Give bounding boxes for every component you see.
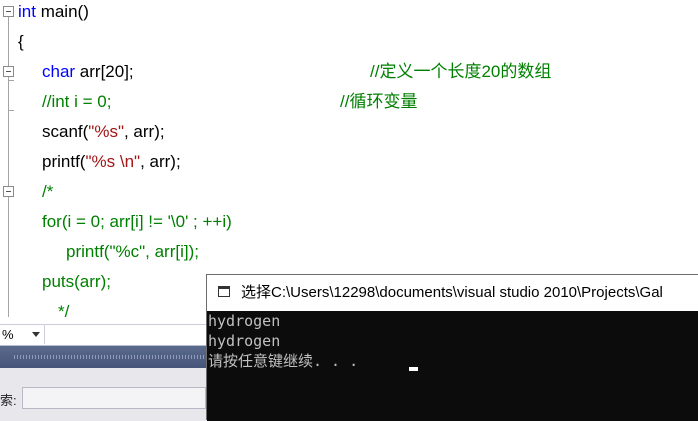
code-string: "%s": [88, 122, 124, 141]
console-title-bar[interactable]: 选择C:\Users\12298\documents\visual studio…: [207, 275, 698, 311]
console-line: 请按任意键继续. . .: [208, 352, 368, 370]
code-comment: for(i = 0; arr[i] != '\0' ; ++i): [42, 212, 232, 231]
code-line[interactable]: printf("%s \n", arr);: [0, 147, 698, 177]
zoom-value: %: [2, 327, 14, 342]
console-cursor: [409, 367, 418, 371]
code-keyword: char: [42, 62, 76, 81]
code-line[interactable]: /*: [0, 177, 698, 207]
code-line[interactable]: {: [0, 27, 698, 57]
code-comment: //循环变量: [340, 92, 418, 111]
code-comment: puts(arr);: [42, 272, 111, 291]
code-line[interactable]: for(i = 0; arr[i] != '\0' ; ++i): [0, 207, 698, 237]
console-line: hydrogen: [208, 332, 281, 350]
code-comment: /*: [42, 182, 54, 201]
panel-header[interactable]: [0, 346, 206, 368]
code-text: printf(: [42, 152, 86, 171]
code-comment: //定义一个长度20的数组: [370, 62, 552, 81]
console-icon: [218, 286, 230, 297]
zoom-dropdown[interactable]: %: [0, 325, 45, 344]
code-comment: */: [58, 302, 70, 321]
code-text: scanf(: [42, 122, 89, 141]
code-text: {: [18, 32, 24, 51]
code-text: arr[20];: [75, 62, 134, 81]
search-label: 索:: [0, 393, 17, 408]
code-line[interactable]: scanf("%s", arr);: [0, 117, 698, 147]
code-keyword: int: [18, 2, 36, 21]
code-line[interactable]: int main(): [0, 0, 698, 27]
console-title: 选择C:\Users\12298\documents\visual studio…: [241, 284, 663, 301]
code-text: , arr);: [123, 122, 165, 141]
search-input[interactable]: [22, 387, 206, 409]
console-window[interactable]: 选择C:\Users\12298\documents\visual studio…: [206, 274, 698, 421]
code-line[interactable]: //int i = 0; //循环变量: [0, 87, 698, 117]
chevron-down-icon[interactable]: [32, 332, 40, 337]
code-comment: //int i = 0;: [42, 92, 112, 111]
console-output[interactable]: hydrogen hydrogen 请按任意键继续. . .: [207, 311, 698, 421]
code-string: "%s \n": [85, 152, 141, 171]
editor-status-bar: %: [0, 324, 206, 345]
code-text: , arr);: [140, 152, 181, 171]
code-line[interactable]: printf("%c", arr[i]);: [0, 237, 698, 267]
drag-handle[interactable]: [14, 355, 206, 359]
code-line[interactable]: char arr[20]; //定义一个长度20的数组: [0, 57, 698, 87]
code-text: main(): [35, 2, 89, 21]
code-comment: printf("%c", arr[i]);: [66, 242, 199, 261]
tool-panel: 索:: [0, 345, 206, 421]
console-line: hydrogen: [208, 312, 281, 330]
